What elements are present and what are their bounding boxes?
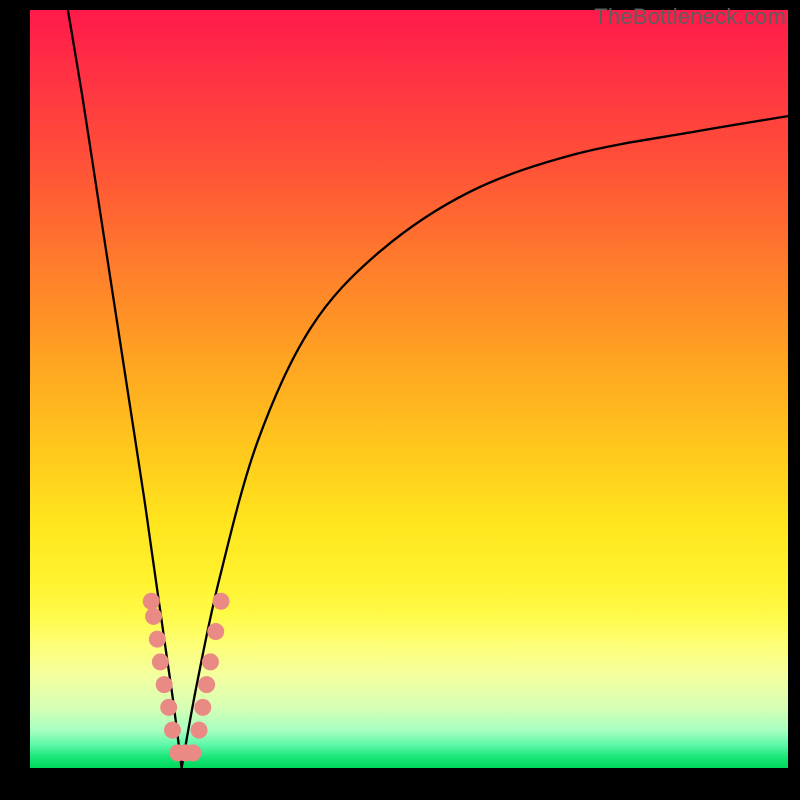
data-dot xyxy=(160,699,177,716)
data-dot xyxy=(149,631,166,648)
data-dot xyxy=(143,593,160,610)
data-dot xyxy=(156,676,173,693)
chart-frame: TheBottleneck.com xyxy=(0,0,800,800)
data-dot xyxy=(202,653,219,670)
data-dot xyxy=(191,722,208,739)
data-dot xyxy=(198,676,215,693)
data-dot xyxy=(152,653,169,670)
data-dot xyxy=(194,699,211,716)
curve-layer xyxy=(30,10,788,768)
data-dot xyxy=(184,744,201,761)
data-dot xyxy=(164,722,181,739)
data-dot xyxy=(213,593,230,610)
curve-left-branch xyxy=(68,10,182,768)
curve-right-branch xyxy=(182,116,788,768)
data-dot xyxy=(207,623,224,640)
watermark-text: TheBottleneck.com xyxy=(594,4,786,30)
data-dot xyxy=(145,608,162,625)
plot-area xyxy=(30,10,788,768)
